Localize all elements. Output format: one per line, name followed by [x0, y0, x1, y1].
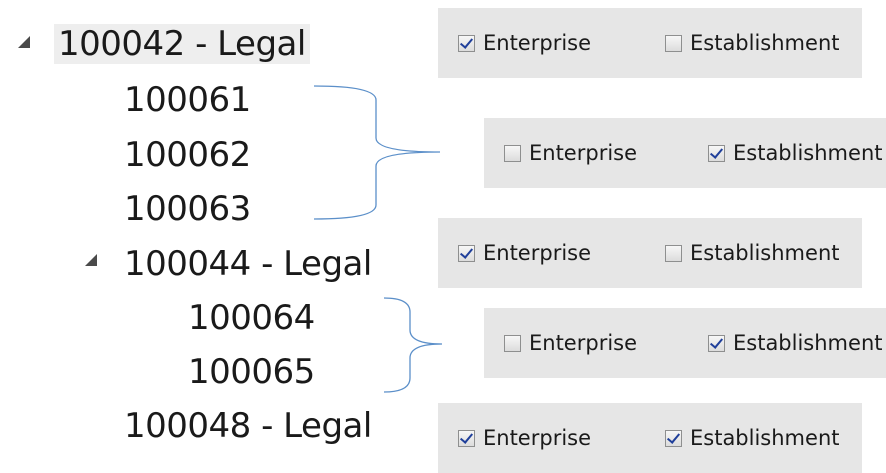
scope-panel-100044: Enterprise Establishment: [438, 218, 862, 288]
bracket-group-2: [383, 297, 443, 393]
enterprise-label: Enterprise: [529, 331, 638, 355]
bracket-group-1: [313, 85, 441, 220]
enterprise-checkbox[interactable]: Enterprise: [458, 218, 591, 288]
establishment-checkbox[interactable]: Establishment: [708, 308, 882, 378]
checkbox-checked-icon[interactable]: [458, 429, 475, 447]
enterprise-checkbox[interactable]: Enterprise: [504, 118, 637, 188]
enterprise-label: Enterprise: [529, 141, 638, 165]
enterprise-checkbox[interactable]: Enterprise: [458, 8, 591, 78]
scope-panel-100048: Enterprise Establishment: [438, 403, 862, 473]
enterprise-label: Enterprise: [483, 31, 592, 55]
establishment-checkbox[interactable]: Establishment: [665, 8, 839, 78]
establishment-checkbox[interactable]: Establishment: [708, 118, 882, 188]
establishment-label: Establishment: [733, 141, 883, 165]
scope-panel-group-2: Enterprise Establishment: [484, 308, 886, 378]
establishment-checkbox[interactable]: Establishment: [665, 403, 839, 473]
checkbox-unchecked-icon[interactable]: [665, 34, 682, 52]
enterprise-label: Enterprise: [483, 426, 592, 450]
checkbox-unchecked-icon[interactable]: [504, 334, 521, 352]
establishment-label: Establishment: [733, 331, 883, 355]
scope-panel-group-1: Enterprise Establishment: [484, 118, 886, 188]
checkbox-unchecked-icon[interactable]: [504, 144, 521, 162]
checkbox-checked-icon[interactable]: [665, 429, 682, 447]
checkbox-checked-icon[interactable]: [708, 334, 725, 352]
enterprise-checkbox[interactable]: Enterprise: [458, 403, 591, 473]
enterprise-checkbox[interactable]: Enterprise: [504, 308, 637, 378]
checkbox-checked-icon[interactable]: [708, 144, 725, 162]
establishment-label: Establishment: [690, 31, 840, 55]
enterprise-label: Enterprise: [483, 241, 592, 265]
checkbox-unchecked-icon[interactable]: [665, 244, 682, 262]
establishment-checkbox[interactable]: Establishment: [665, 218, 839, 288]
checkbox-checked-icon[interactable]: [458, 34, 475, 52]
scope-panel-100042: Enterprise Establishment: [438, 8, 862, 78]
establishment-label: Establishment: [690, 241, 840, 265]
checkbox-checked-icon[interactable]: [458, 244, 475, 262]
establishment-label: Establishment: [690, 426, 840, 450]
